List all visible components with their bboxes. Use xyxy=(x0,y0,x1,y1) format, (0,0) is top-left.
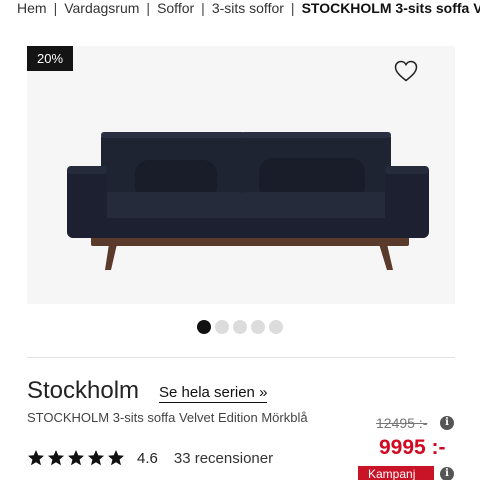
star-icon xyxy=(48,450,64,466)
product-image[interactable]: 20% xyxy=(27,46,455,304)
breadcrumb-current: STOCKHOLM 3-sits soffa Velvet Edition Mö… xyxy=(301,0,480,16)
star-icon xyxy=(28,450,44,466)
rating-stars xyxy=(27,449,125,467)
rating-value: 4.6 xyxy=(137,449,158,467)
review-count[interactable]: 33 recensioner xyxy=(174,450,273,467)
info-circle-icon[interactable]: i xyxy=(440,416,454,430)
sofa-image xyxy=(67,132,429,270)
divider xyxy=(27,357,455,358)
info-circle-icon[interactable]: i xyxy=(440,467,454,480)
carousel-dots xyxy=(197,320,287,336)
sale-price: 9995 :- xyxy=(379,436,446,459)
product-subtitle: STOCKHOLM 3-sits soffa Velvet Edition Mö… xyxy=(27,410,308,425)
rating-row[interactable]: 4.6 33 recensioner xyxy=(27,447,273,469)
breadcrumb-3-sits-soffor[interactable]: 3-sits soffor xyxy=(212,0,284,16)
breadcrumb-soffor[interactable]: Soffor xyxy=(157,0,194,16)
breadcrumb-separator: | xyxy=(290,0,295,16)
breadcrumb-separator: | xyxy=(53,0,58,16)
heart-outline-icon[interactable] xyxy=(394,60,418,82)
breadcrumb-separator: | xyxy=(146,0,151,16)
old-price: 12495 :- xyxy=(376,415,428,431)
discount-badge: 20% xyxy=(27,46,73,71)
carousel-dot[interactable] xyxy=(197,320,211,334)
breadcrumb-home[interactable]: Hem xyxy=(17,0,47,16)
campaign-badge: Kampanj xyxy=(358,466,434,480)
carousel-dot[interactable] xyxy=(251,320,265,334)
carousel-dot[interactable] xyxy=(233,320,247,334)
carousel-dot[interactable] xyxy=(215,320,229,334)
star-icon xyxy=(108,450,124,466)
breadcrumb: Hem | Vardagsrum | Soffor | 3-sits soffor | STOC… xyxy=(17,0,480,18)
see-series-link[interactable]: Se hela serien » xyxy=(159,384,268,403)
carousel-dot[interactable] xyxy=(269,320,283,334)
breadcrumb-separator: | xyxy=(201,0,205,16)
star-icon xyxy=(88,450,104,466)
breadcrumb-vardagsrum[interactable]: Vardagsrum xyxy=(64,0,139,16)
product-name: Stockholm xyxy=(27,377,140,404)
star-icon xyxy=(68,450,84,466)
